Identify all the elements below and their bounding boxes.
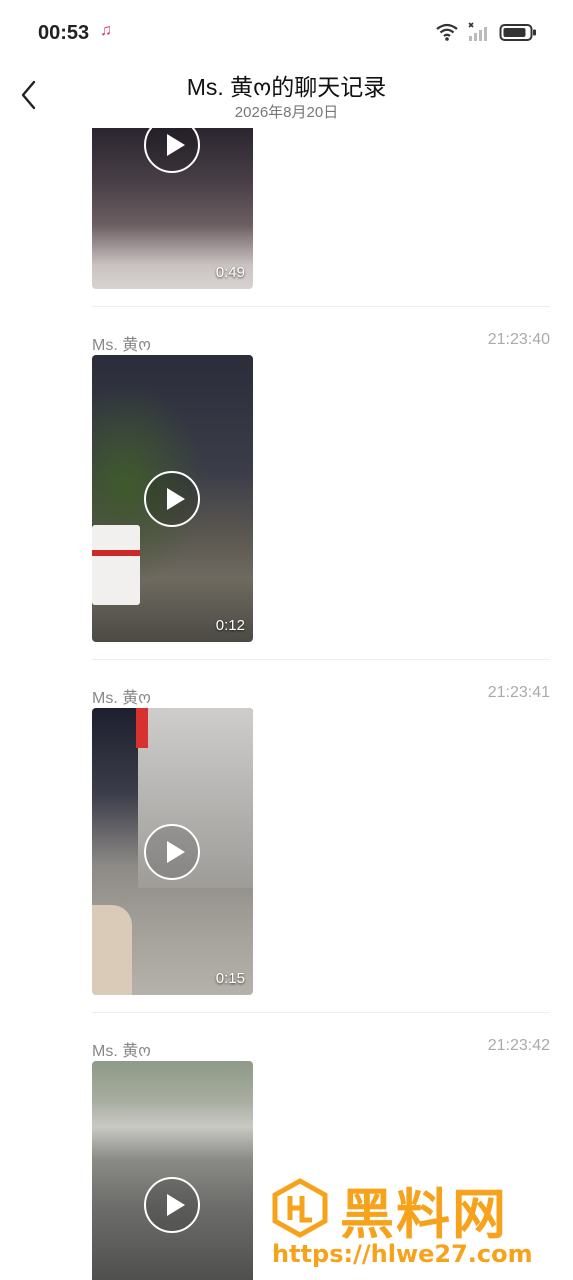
watermark-url: https://hlwe27.com: [272, 1240, 533, 1268]
battery-icon: [499, 24, 536, 41]
video-thumbnail[interactable]: 0:12: [92, 355, 253, 642]
watermark-text: 黑料网: [340, 1183, 508, 1246]
watermark-logo-icon: [272, 1178, 328, 1238]
divider: [92, 659, 550, 660]
music-note-icon: ♫: [100, 22, 112, 39]
video-thumbnail[interactable]: 0:49: [92, 128, 253, 289]
play-icon[interactable]: [144, 1177, 200, 1233]
list-item: 0:49: [92, 128, 550, 308]
message-time: 21:23:40: [487, 331, 550, 348]
sender-name: Ms. 黄ო: [92, 337, 151, 354]
list-item: Ms. 黄ო 21:23:41 0:15: [92, 684, 550, 996]
signal-icon: [468, 22, 487, 41]
person-shape: [92, 905, 132, 995]
ambulance-shape: [92, 525, 140, 605]
divider: [92, 306, 550, 307]
video-thumbnail[interactable]: [92, 1061, 253, 1280]
video-thumbnail[interactable]: 0:15: [92, 708, 253, 995]
list-item: Ms. 黄ო 21:23:40 0:12: [92, 331, 550, 643]
status-bar: 00:53 ♫: [0, 0, 573, 66]
video-duration: 0:15: [215, 970, 245, 987]
watermark: 黑料网 https://hlwe27.com: [268, 1170, 568, 1280]
status-time: 00:53: [38, 22, 90, 44]
video-duration: 0:12: [215, 617, 245, 634]
system-icons: [435, 22, 537, 42]
message-time: 21:23:41: [487, 684, 550, 701]
sender-name: Ms. 黄ო: [92, 1043, 151, 1060]
video-duration: 0:49: [215, 264, 245, 281]
ambulance-stripe: [92, 550, 140, 556]
sender-name: Ms. 黄ო: [92, 690, 151, 707]
play-icon[interactable]: [144, 824, 200, 880]
message-time: 21:23:42: [487, 1037, 550, 1054]
page-title: Ms. 黄ო的聊天记录: [186, 74, 387, 100]
page-subtitle: 2026年8月20日: [234, 104, 339, 121]
sign-shape: [136, 708, 148, 748]
play-icon[interactable]: [144, 471, 200, 527]
wifi-icon: [436, 23, 458, 41]
play-icon[interactable]: [144, 128, 200, 173]
divider: [92, 1012, 550, 1013]
chat-header: Ms. 黄ო的聊天记录 2026年8月20日: [0, 66, 573, 126]
